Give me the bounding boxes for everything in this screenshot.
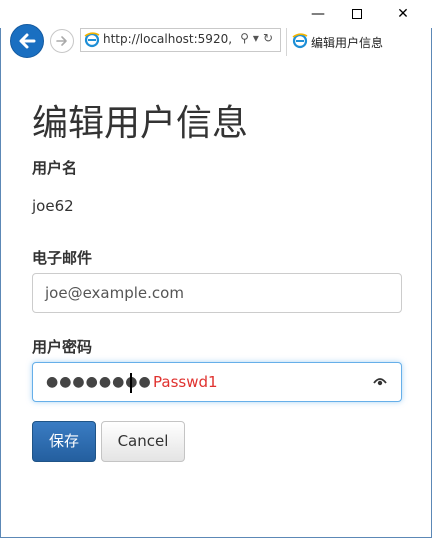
- back-arrow-icon: [19, 33, 36, 49]
- dropdown-icon[interactable]: ▾: [253, 31, 263, 45]
- ie-icon: [292, 33, 308, 49]
- address-bar[interactable]: http://localhost:5920, ⚲▾↻: [80, 28, 281, 52]
- back-button[interactable]: [10, 24, 44, 58]
- url-text: http://localhost:5920,: [103, 32, 233, 46]
- maximize-icon: [352, 9, 362, 19]
- close-button[interactable]: ✕: [380, 0, 426, 28]
- email-field[interactable]: joe@example.com: [32, 273, 402, 313]
- password-label: 用户密码: [32, 338, 93, 356]
- search-icon[interactable]: ⚲: [240, 31, 253, 45]
- maximize-button[interactable]: [334, 0, 380, 28]
- page-title: 编辑用户信息: [32, 103, 249, 144]
- save-button[interactable]: 保存: [32, 421, 96, 462]
- ie-icon: [84, 32, 100, 48]
- password-mask: ●●●●●●●●: [46, 374, 152, 390]
- email-label: 电子邮件: [32, 249, 93, 267]
- tab-title: 编辑用户信息: [311, 36, 384, 50]
- forward-button[interactable]: [50, 29, 74, 53]
- address-bar-icons: ⚲▾↻: [240, 31, 277, 45]
- browser-tab[interactable]: 编辑用户信息: [286, 28, 427, 56]
- reveal-password-icon[interactable]: [373, 376, 387, 386]
- cancel-button[interactable]: Cancel: [101, 421, 185, 462]
- text-caret: [130, 373, 132, 393]
- title-bar: — ✕: [0, 0, 433, 28]
- password-field[interactable]: ●●●●●●●● Passwd1: [32, 362, 402, 402]
- refresh-icon[interactable]: ↻: [263, 31, 277, 45]
- username-value: joe62: [32, 197, 74, 215]
- forward-arrow-icon: [56, 36, 67, 46]
- username-label: 用户名: [32, 159, 78, 177]
- password-hint: Passwd1: [153, 373, 218, 391]
